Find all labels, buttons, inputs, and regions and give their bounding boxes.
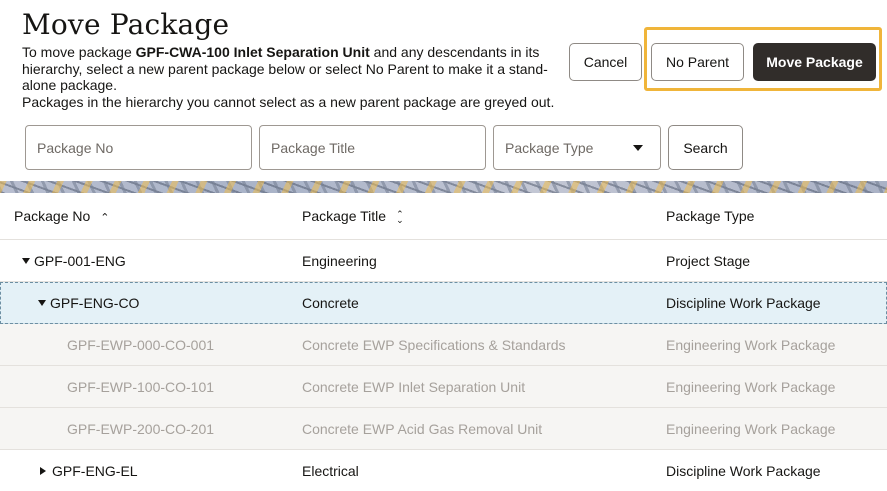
move-package-button[interactable]: Move Package — [753, 43, 876, 81]
cell-package-type: Discipline Work Package — [666, 462, 821, 479]
package-type-select[interactable]: Package Type — [493, 125, 661, 170]
table-row: GPF-EWP-200-CO-201 Concrete EWP Acid Gas … — [0, 408, 887, 450]
package-title-input[interactable] — [271, 139, 485, 156]
table-header: Package No ⌃ Package Title ⌃ ⌄ Package Type — [0, 193, 887, 240]
cell-package-title: Concrete — [302, 294, 359, 311]
cell-package-no: GPF-EWP-100-CO-101 — [67, 379, 214, 395]
header-package-no-label: Package No — [14, 208, 91, 224]
table-row[interactable]: GPF-ENG-CO Concrete Discipline Work Packag… — [0, 282, 887, 324]
dialog-title: Move Package — [22, 8, 230, 41]
package-no-text: GPF-EWP-000-CO-001 — [67, 336, 215, 353]
cell-package-title: Engineering — [302, 252, 377, 269]
expand-down-icon[interactable] — [38, 299, 46, 306]
header-package-type: Package Type — [666, 208, 754, 224]
package-type-placeholder: Package Type — [505, 139, 594, 156]
sort-ascending-icon[interactable]: ⌃ — [100, 211, 109, 224]
table-row: GPF-EWP-000-CO-001 Concrete EWP Specifica… — [0, 324, 887, 366]
cell-package-no: GPF-ENG-CO — [38, 295, 139, 311]
cell-package-title: Concrete EWP Inlet Separation Unit — [302, 378, 526, 395]
cell-package-no: GPF-001-ENG — [22, 253, 126, 269]
package-title-filter[interactable] — [259, 125, 486, 170]
cell-package-title: Electrical — [302, 462, 359, 479]
header-package-type-label: Package Type — [666, 208, 755, 224]
cell-package-type: Engineering Work Package — [666, 420, 836, 437]
decorative-banner — [0, 181, 887, 193]
cell-package-no: GPF-EWP-200-CO-201 — [67, 421, 214, 437]
cell-package-title: Concrete EWP Specifications & Standards — [302, 336, 566, 353]
package-table: Package No ⌃ Package Title ⌃ ⌄ Package Type… — [0, 193, 887, 491]
cell-package-type: Engineering Work Package — [666, 378, 836, 395]
package-no-text: GPF-EWP-100-CO-101 — [67, 378, 215, 395]
cell-package-type: Discipline Work Package — [666, 294, 821, 311]
package-no-text: GPF-EWP-200-CO-201 — [67, 420, 215, 437]
package-no-filter[interactable] — [25, 125, 252, 170]
cell-package-no: GPF-EWP-000-CO-001 — [67, 337, 214, 353]
expand-down-icon[interactable] — [22, 257, 30, 264]
no-parent-button[interactable]: No Parent — [651, 43, 744, 81]
header-package-title[interactable]: Package Title ⌃ ⌄ — [302, 208, 404, 225]
sort-unsorted-icon[interactable]: ⌃ ⌄ — [396, 210, 404, 225]
cancel-button[interactable]: Cancel — [569, 43, 642, 81]
cell-package-type: Engineering Work Package — [666, 336, 836, 353]
header-package-title-label: Package Title — [302, 208, 387, 224]
table-row[interactable]: GPF-ENG-EL Electrical Discipline Work Pack… — [0, 450, 887, 491]
package-no-text: GPF-001-ENG — [34, 252, 126, 269]
header-package-no[interactable]: Package No ⌃ — [14, 208, 110, 224]
cell-package-title: Concrete EWP Acid Gas Removal Unit — [302, 420, 543, 437]
table-body: GPF-001-ENG Engineering Project Stage GPF-E… — [0, 240, 887, 491]
package-no-text: GPF-ENG-CO — [50, 294, 140, 311]
package-no-input[interactable] — [37, 139, 251, 156]
cell-package-type: Project Stage — [666, 252, 751, 269]
package-no-text: GPF-ENG-EL — [52, 462, 138, 479]
table-row[interactable]: GPF-001-ENG Engineering Project Stage — [0, 240, 887, 282]
search-button[interactable]: Search — [668, 125, 743, 170]
desc-prefix: To move package — [22, 44, 136, 60]
dialog-description: To move package GPF-CWA-100 Inlet Separa… — [22, 44, 562, 110]
table-row: GPF-EWP-100-CO-101 Concrete EWP Inlet Sep… — [0, 366, 887, 408]
caret-down-icon[interactable] — [633, 145, 643, 151]
cell-package-no: GPF-ENG-EL — [38, 463, 138, 479]
desc-package-name: GPF-CWA-100 Inlet Separation Unit — [135, 44, 370, 60]
expand-right-icon[interactable] — [40, 466, 46, 475]
desc-note: Packages in the hierarchy you cannot sel… — [22, 93, 555, 110]
